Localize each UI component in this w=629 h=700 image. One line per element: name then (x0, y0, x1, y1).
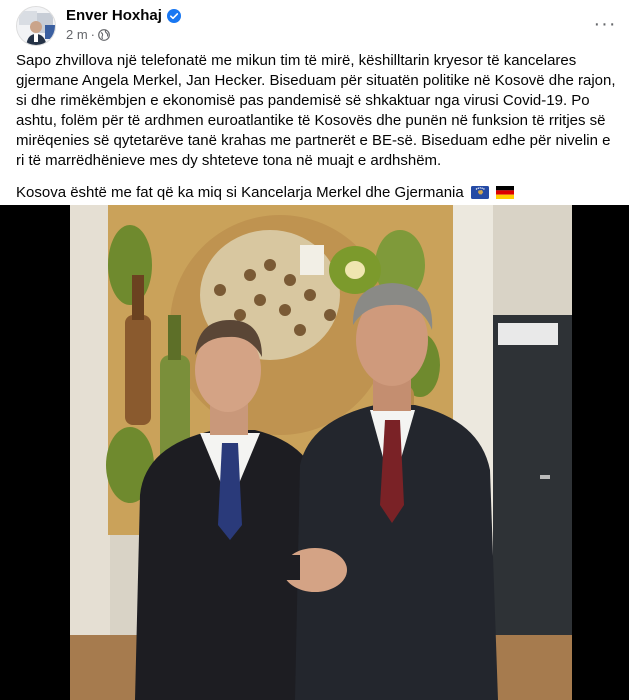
post-paragraph-closing-text: Kosova është me fat që ka miq si Kancela… (16, 184, 464, 201)
timestamp[interactable]: 2 m (66, 27, 88, 42)
post-paragraph-closing: Kosova është me fat që ka miq si Kancela… (16, 183, 616, 205)
post-header: Enver Hoxhaj 2 m · ··· (0, 0, 629, 48)
globe-icon[interactable] (98, 28, 110, 41)
author-name[interactable]: Enver Hoxhaj (66, 7, 181, 24)
author-name-text[interactable]: Enver Hoxhaj (66, 7, 162, 24)
meta-separator: · (90, 27, 96, 42)
post-photo[interactable] (70, 205, 572, 700)
verified-badge-icon (166, 8, 181, 23)
post-meta: 2 m · (66, 27, 110, 42)
post-photo-container[interactable] (0, 205, 629, 700)
more-options-icon[interactable]: ··· (593, 12, 617, 36)
post-paragraph: Sapo zhvillova një telefonatë me mikun t… (16, 52, 616, 169)
post-text: Sapo zhvillova një telefonatë me mikun t… (16, 51, 616, 205)
avatar[interactable] (16, 6, 56, 46)
germany-flag-icon (496, 185, 515, 205)
kosovo-flag-icon (470, 185, 489, 205)
